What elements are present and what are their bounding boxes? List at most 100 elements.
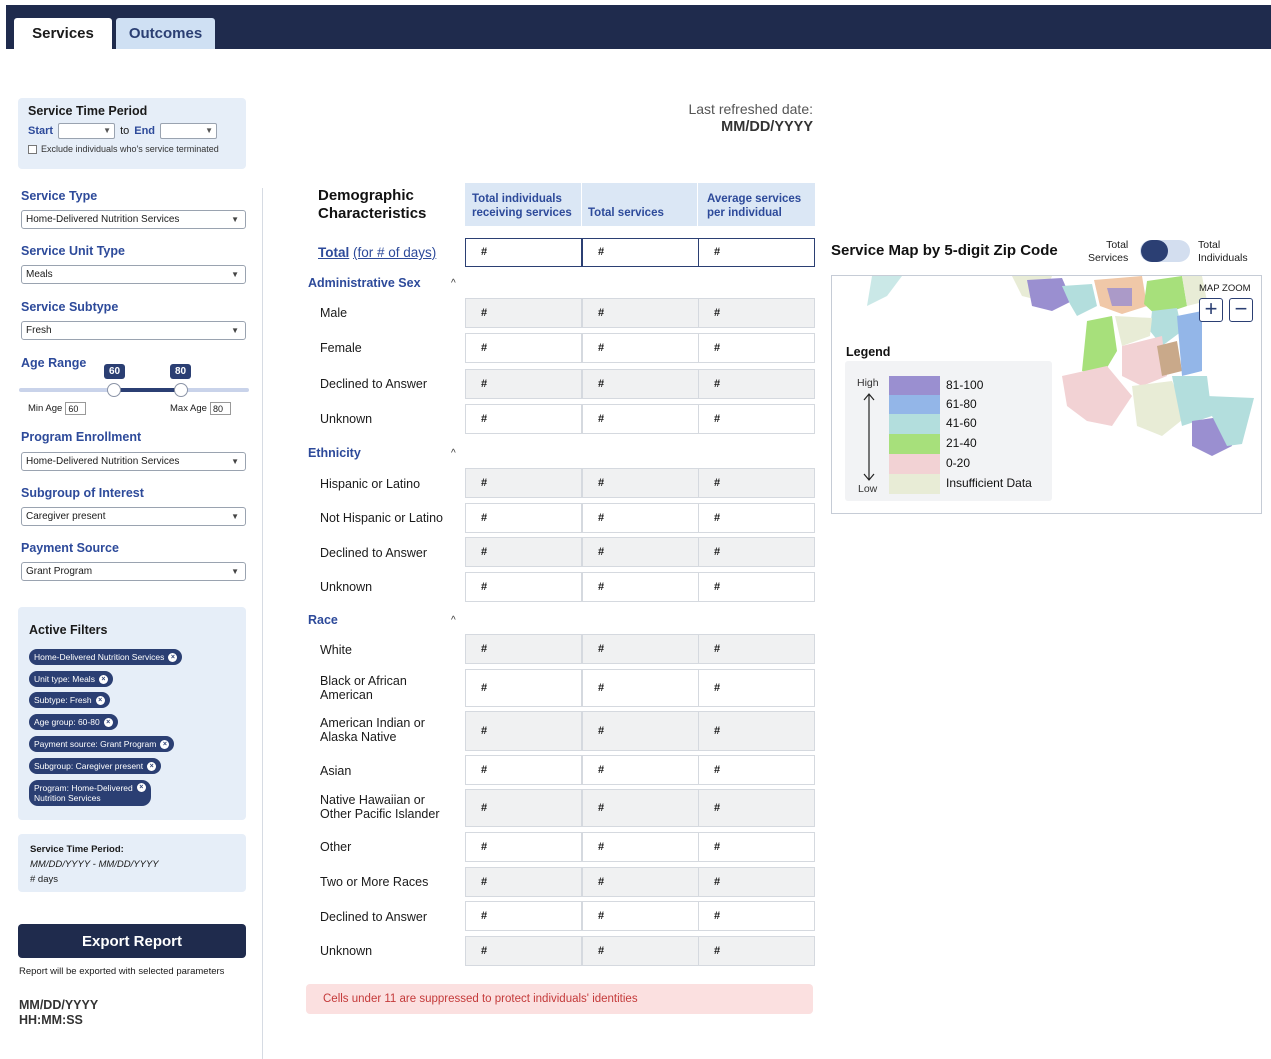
suppression-notice: Cells under 11 are suppressed to protect…	[306, 984, 813, 1014]
data-cell: #	[465, 333, 582, 363]
filter-chip[interactable]: Subtype: Fresh ×	[29, 692, 110, 708]
demographic-title-line: Demographic	[318, 187, 414, 204]
data-cell: #	[698, 867, 815, 897]
row-label: Not Hispanic or Latino	[320, 511, 443, 525]
row-label-line: Alaska Native	[320, 730, 397, 744]
data-cell: #	[582, 867, 699, 897]
payment-source-label: Payment Source	[21, 541, 119, 555]
service-type-label: Service Type	[21, 189, 98, 203]
filter-chip-label: Program: Home-Delivered	[34, 783, 133, 793]
data-cell: #	[465, 634, 582, 664]
min-age-input[interactable]: 60	[65, 402, 87, 415]
filter-chip[interactable]: Program: Home-Delivered Nutrition Service…	[29, 780, 151, 806]
data-cell: #	[698, 832, 815, 862]
data-cell: #	[465, 832, 582, 862]
close-icon[interactable]: ×	[160, 739, 170, 749]
export-time: HH:MM:SS	[19, 1013, 83, 1027]
legend-swatch	[889, 434, 940, 454]
row-label: White	[320, 643, 352, 657]
caret-up-icon[interactable]: ^	[451, 448, 456, 459]
filter-chip[interactable]: Age group: 60-80 ×	[29, 714, 118, 730]
close-icon[interactable]: ×	[136, 783, 146, 792]
filter-chip-label: Unit type: Meals	[34, 674, 95, 684]
row-label-line: Not Hispanic or Latino	[320, 511, 443, 525]
col-header-line: Total individuals	[472, 193, 562, 205]
data-cell: #	[698, 755, 815, 785]
service-unit-type-select[interactable]: Meals ▼	[21, 265, 246, 284]
program-enrollment-select[interactable]: Home-Delivered Nutrition Services ▼	[21, 452, 246, 471]
export-timestamp: MM/DD/YYYY HH:MM:SS	[19, 998, 98, 1028]
caret-up-icon[interactable]: ^	[451, 278, 456, 289]
data-cell: #	[465, 755, 582, 785]
row-label-line: White	[320, 643, 352, 657]
close-icon[interactable]: ×	[103, 717, 113, 727]
start-date-select[interactable]: ▼	[58, 123, 116, 139]
row-label-line: Black or African	[320, 674, 407, 688]
tab-services[interactable]: Services	[14, 18, 112, 49]
payment-source-select[interactable]: Grant Program ▼	[21, 562, 246, 581]
data-cell: #	[698, 936, 815, 966]
service-unit-type-label: Service Unit Type	[21, 244, 125, 258]
section-ethnicity-label[interactable]: Ethnicity	[308, 446, 361, 460]
data-cell: #	[698, 572, 815, 602]
filter-chip[interactable]: Payment source: Grant Program ×	[29, 736, 175, 752]
close-icon[interactable]: ×	[95, 695, 105, 705]
data-cell: #	[698, 789, 815, 827]
filter-chip-label: Age group: 60-80	[34, 717, 100, 727]
total-row-label[interactable]: Total (for # of days)	[318, 245, 436, 260]
subgroup-value: Caregiver present	[26, 511, 106, 522]
filter-chip[interactable]: Unit type: Meals ×	[29, 671, 113, 687]
data-cell: #	[582, 537, 699, 567]
subgroup-select[interactable]: Caregiver present ▼	[21, 507, 246, 526]
payment-source-value: Grant Program	[26, 566, 93, 577]
row-label-line: Unknown	[320, 412, 373, 426]
data-cell: #	[582, 333, 699, 363]
service-subtype-select[interactable]: Fresh ▼	[21, 321, 246, 340]
service-type-select[interactable]: Home-Delivered Nutrition Services ▼	[21, 210, 246, 229]
filter-chip[interactable]: Subgroup: Caregiver present ×	[29, 758, 162, 774]
row-label-line: Unknown	[320, 944, 373, 958]
zoom-out-button[interactable]: −	[1229, 298, 1253, 322]
tab-outcomes[interactable]: Outcomes	[116, 18, 215, 49]
age-min-handle[interactable]	[107, 383, 121, 397]
zoom-in-button[interactable]: +	[1199, 298, 1223, 322]
active-filters-title: Active Filters	[29, 623, 108, 637]
chevron-down-icon: ▼	[231, 215, 239, 224]
exclude-terminated-checkbox[interactable]	[28, 144, 37, 154]
row-label-line: Declined to Answer	[320, 546, 428, 560]
col-header-total-services: Total services	[582, 183, 697, 226]
row-label: Unknown	[320, 944, 372, 958]
row-label: Unknown	[320, 580, 372, 594]
data-cell: #	[465, 936, 582, 966]
filter-chip[interactable]: Home-Delivered Nutrition Services ×	[29, 649, 183, 665]
toggle-knob[interactable]	[1141, 240, 1168, 262]
total-cell: #	[698, 238, 815, 267]
high-low-arrow-icon	[863, 393, 875, 481]
row-label: Declined to Answer	[320, 377, 427, 391]
export-report-button[interactable]: Export Report	[18, 924, 246, 958]
data-cell: #	[465, 867, 582, 897]
col-header-line: per individual	[707, 207, 782, 219]
age-max-handle[interactable]	[174, 383, 188, 397]
data-cell: #	[698, 711, 815, 751]
row-label: Black or African American	[320, 674, 407, 702]
data-cell: #	[582, 669, 699, 707]
filter-chip-label: Home-Delivered Nutrition Services	[34, 652, 165, 662]
end-date-select[interactable]: ▼	[160, 123, 218, 139]
service-time-period-title: Service Time Period	[28, 104, 148, 118]
close-icon[interactable]: ×	[98, 674, 108, 684]
close-icon[interactable]: ×	[147, 761, 157, 771]
caret-up-icon[interactable]: ^	[451, 615, 456, 626]
chevron-down-icon: ▼	[231, 270, 239, 279]
data-cell: #	[465, 669, 582, 707]
chevron-down-icon: ▼	[231, 457, 239, 466]
to-label: to	[120, 125, 130, 137]
col-header-line: receiving services	[472, 207, 572, 219]
section-sex-label[interactable]: Administrative Sex	[308, 276, 421, 290]
section-race-label[interactable]: Race	[308, 613, 338, 627]
close-icon[interactable]: ×	[168, 652, 178, 662]
max-age-input[interactable]: 80	[209, 402, 231, 415]
toggle-left-line: Total	[1106, 239, 1129, 251]
row-label-line: Unknown	[320, 580, 373, 594]
data-cell: #	[465, 572, 582, 602]
